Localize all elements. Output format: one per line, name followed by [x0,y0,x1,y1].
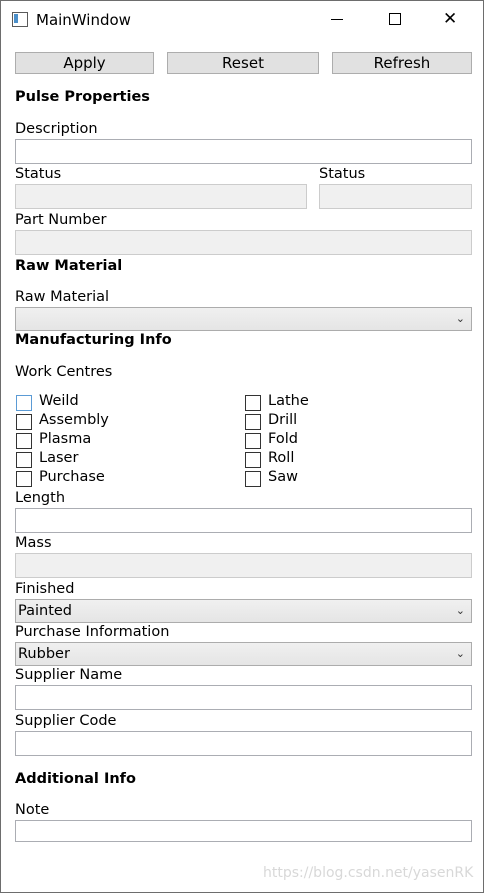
finished-combo[interactable]: Painted ⌄ [15,599,472,623]
checkbox-laser[interactable] [16,452,32,468]
chevron-down-icon: ⌄ [455,604,465,617]
raw-material-label: Raw Material [15,289,110,305]
raw-material-header: Raw Material [15,258,123,274]
mass-field [15,553,472,578]
supplier-name-label: Supplier Name [15,667,123,683]
checkbox-assembly[interactable] [16,414,32,430]
checkbox-label-laser: Laser [39,450,79,466]
checkbox-saw[interactable] [245,471,261,487]
description-label: Description [15,121,98,137]
window-app-icon [12,12,28,27]
maximize-icon [389,13,401,25]
part-number-label: Part Number [15,212,107,228]
raw-material-combo[interactable]: ⌄ [15,307,472,331]
checkbox-label-assembly: Assembly [39,412,109,428]
main-window: MainWindow ✕ Apply Reset Refresh Pulse P… [0,0,484,893]
status-field-2 [319,184,472,209]
close-icon: ✕ [443,9,458,29]
checkbox-label-weild: Weild [39,393,79,409]
checkbox-lathe[interactable] [245,395,261,411]
status-field-1 [15,184,307,209]
status-label-2: Status [319,166,366,182]
purchase-information-combo[interactable]: Rubber ⌄ [15,642,472,666]
reset-button[interactable]: Reset [167,52,319,74]
apply-button[interactable]: Apply [15,52,154,74]
checkbox-label-plasma: Plasma [39,431,92,447]
maximize-button[interactable] [371,1,417,39]
note-label: Note [15,802,50,818]
length-input[interactable] [15,508,472,533]
mass-label: Mass [15,535,52,551]
work-centres-label: Work Centres [15,364,113,380]
supplier-name-input[interactable] [15,685,472,710]
checkbox-label-fold: Fold [268,431,298,447]
length-label: Length [15,490,66,506]
additional-info-header: Additional Info [15,771,136,787]
purchase-information-label: Purchase Information [15,624,170,640]
manufacturing-info-header: Manufacturing Info [15,332,172,348]
refresh-button[interactable]: Refresh [332,52,472,74]
finished-label: Finished [15,581,75,597]
checkbox-label-saw: Saw [268,469,298,485]
checkbox-label-purchase: Purchase [39,469,105,485]
checkbox-purchase[interactable] [16,471,32,487]
finished-selected: Painted [18,603,73,619]
note-input[interactable] [15,820,472,842]
chevron-down-icon: ⌄ [455,312,465,325]
close-button[interactable]: ✕ [429,1,475,39]
purchase-information-selected: Rubber [18,646,70,662]
watermark: https://blog.csdn.net/yasenRK [263,865,474,881]
checkbox-roll[interactable] [245,452,261,468]
checkbox-label-drill: Drill [268,412,298,428]
title-bar[interactable]: MainWindow ✕ [1,1,483,39]
chevron-down-icon: ⌄ [455,647,465,660]
description-input[interactable] [15,139,472,164]
checkbox-label-lathe: Lathe [268,393,309,409]
status-label-1: Status [15,166,62,182]
supplier-code-label: Supplier Code [15,713,117,729]
pulse-properties-header: Pulse Properties [15,89,150,105]
checkbox-drill[interactable] [245,414,261,430]
supplier-code-input[interactable] [15,731,472,756]
checkbox-weild[interactable] [16,395,32,411]
window-title: MainWindow [36,11,131,29]
checkbox-fold[interactable] [245,433,261,449]
checkbox-plasma[interactable] [16,433,32,449]
checkbox-label-roll: Roll [268,450,295,466]
minimize-icon [331,19,343,20]
minimize-button[interactable] [315,1,361,39]
part-number-field [15,230,472,255]
